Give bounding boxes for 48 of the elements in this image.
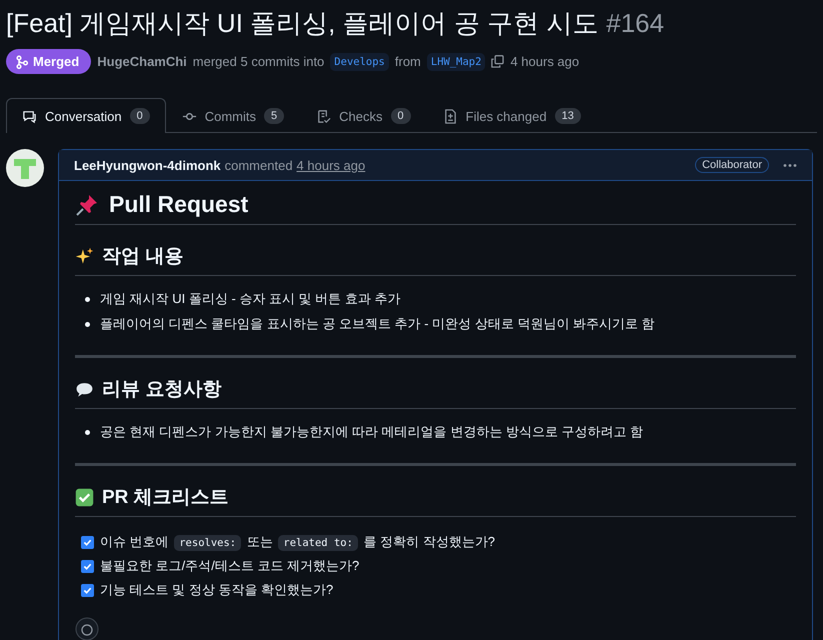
pr-title: [Feat] 게임재시작 UI 폴리싱, 플레이어 공 구현 시도 [6, 7, 598, 40]
from-label: from [394, 54, 421, 69]
role-label: Collaborator [695, 157, 769, 173]
section-heading: 리뷰 요청사항 [102, 378, 222, 402]
file-diff-icon [442, 108, 458, 124]
tab-count: 13 [554, 108, 581, 124]
base-branch[interactable]: Develops [330, 52, 389, 70]
list-item-text: 공은 현재 디펜스가 가능한지 불가능한지에 따라 메테리얼을 변경하는 방식으로 구성하려고 함 [100, 423, 644, 441]
bullet-icon [85, 430, 90, 434]
list-item-text: 불필요한 로그/주석/테스트 코드 제거했는가? [100, 557, 360, 575]
list-item-text: 게임 재시작 UI 폴리싱 - 승자 표시 및 버튼 효과 추가 [100, 290, 400, 308]
copy-icon[interactable] [491, 55, 504, 68]
bullet-icon [85, 296, 90, 302]
list-item-text: 이슈 번호에 resolves: 또는 related to: 를 정확히 작성했는가? [100, 533, 495, 551]
pr-number: #164 [606, 8, 664, 39]
tab-count: 5 [264, 108, 284, 124]
merger-name[interactable]: HugeChamChi [97, 54, 187, 69]
checkbox[interactable] [81, 584, 94, 596]
bullet-icon [85, 322, 90, 326]
tab[interactable]: Checks 0 [300, 98, 427, 133]
comment-time[interactable]: 4 hours ago [296, 158, 366, 172]
pushpin-icon [75, 192, 99, 216]
merge-icon [16, 54, 28, 68]
tab-count: 0 [390, 108, 411, 124]
merge-description: merged 5 commits into [192, 54, 324, 69]
add-reaction-icon[interactable] [75, 617, 99, 640]
list-item-text: 플레이어의 디펜스 쿨타임을 표시하는 공 오브젝트 추가 - 미완성 상태로 덕원님이 봐주시기로 함 [100, 315, 655, 333]
tab[interactable]: Conversation 0 [6, 98, 166, 133]
checklist-icon [316, 108, 332, 124]
kebab-icon [783, 164, 797, 166]
merge-time: 4 hours ago [510, 54, 580, 69]
sparkles-icon [75, 246, 94, 266]
comment-heading: Pull Request [109, 191, 248, 218]
comment-action: commented [224, 158, 293, 172]
comment-author[interactable]: LeeHyungwon-4dimonk [74, 158, 221, 172]
section-heading: PR 체크리스트 [102, 486, 229, 510]
checkbox[interactable] [81, 536, 94, 548]
list-item-text: 기능 테스트 및 정상 동작을 확인했는가? [100, 581, 334, 599]
comment-icon [22, 108, 37, 124]
tab[interactable]: Commits 5 [166, 98, 300, 133]
section-heading: 작업 내용 [102, 245, 184, 269]
status-badge: Merged [6, 49, 92, 74]
avatar[interactable] [6, 149, 44, 187]
check-mark-icon [75, 488, 94, 506]
checkbox[interactable] [81, 560, 94, 572]
head-branch[interactable]: LHW_Map2 [426, 52, 486, 70]
tab-count: 0 [130, 108, 150, 124]
tab[interactable]: Files changed 13 [426, 98, 597, 133]
